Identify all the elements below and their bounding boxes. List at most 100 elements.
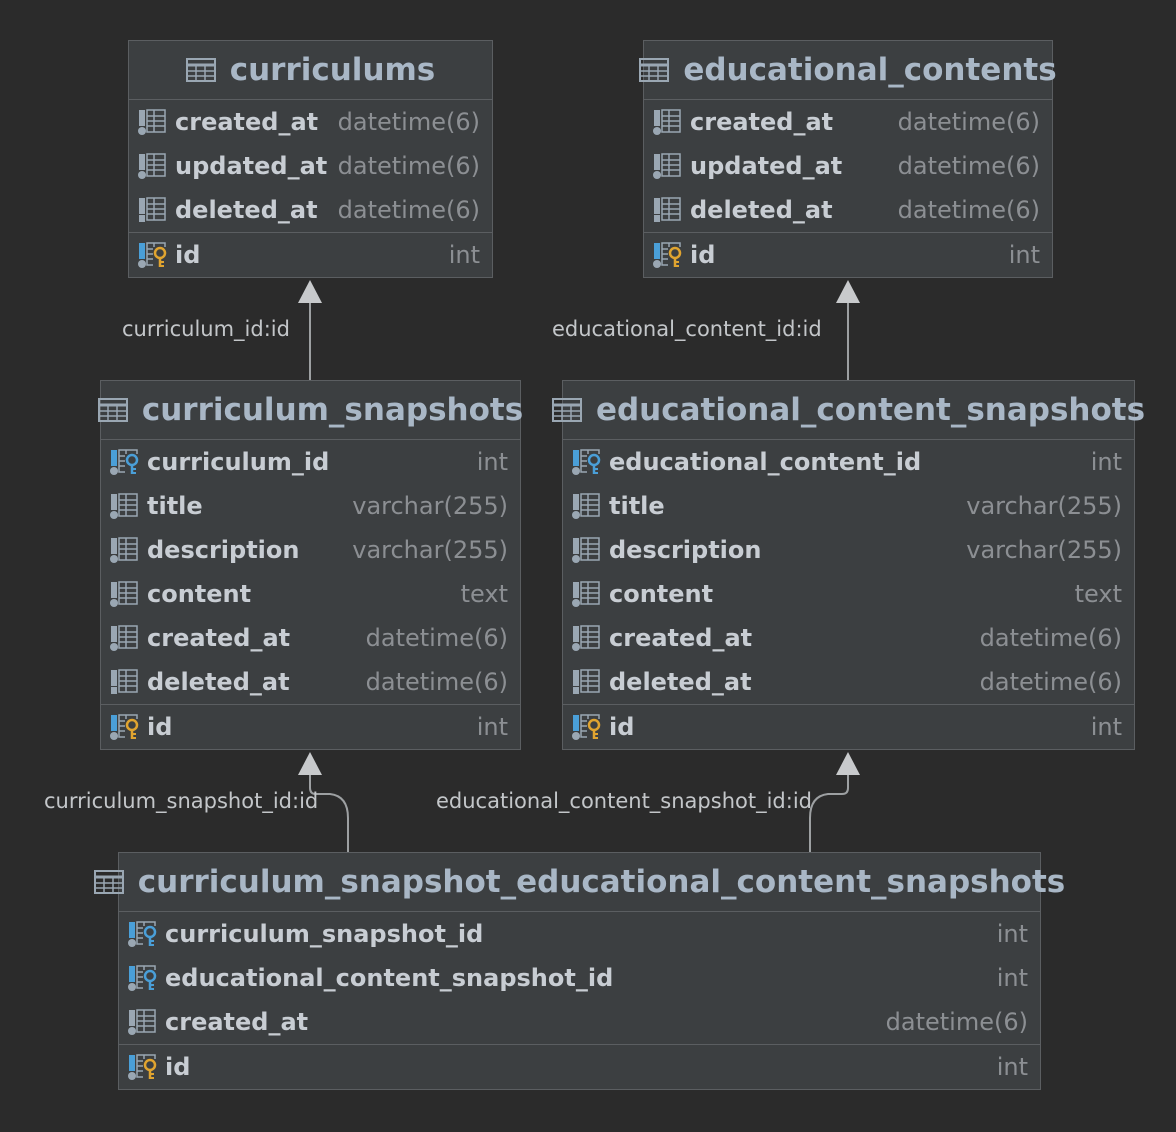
table-header[interactable]: curriculums xyxy=(129,41,492,100)
column-row[interactable]: educational_content_id int xyxy=(563,440,1134,484)
column-icon xyxy=(138,109,166,135)
column-row[interactable]: educational_content_snapshot_id int xyxy=(119,956,1040,1000)
column-type: datetime(6) xyxy=(337,108,480,136)
column-row[interactable]: description varchar(255) xyxy=(563,528,1134,572)
table-header[interactable]: curriculum_snapshots xyxy=(97,381,523,440)
column-type: datetime(6) xyxy=(897,108,1040,136)
column-row[interactable]: deleted_at datetime(6) xyxy=(129,188,492,232)
table-header[interactable]: educational_contents xyxy=(639,41,1057,100)
primary-key-section: id int xyxy=(119,1044,1040,1089)
column-icon xyxy=(138,153,166,179)
column-name: created_at xyxy=(690,108,834,136)
column-row[interactable]: curriculum_id int xyxy=(101,440,520,484)
column-name: title xyxy=(147,492,203,520)
foreign-key-icon xyxy=(571,448,609,476)
column-type: int xyxy=(476,713,508,741)
column-row[interactable]: id int xyxy=(644,233,1052,277)
column-row[interactable]: id int xyxy=(563,705,1134,749)
column-list: created_at datetime(6) updated_at datetime(… xyxy=(644,100,1052,232)
column-name: updated_at xyxy=(690,152,843,180)
column-name: id xyxy=(690,241,716,269)
table-educational-content-snapshots[interactable]: educational_content_snapshots educational… xyxy=(551,380,1145,750)
column-list: created_at datetime(6) updated_at datetime(… xyxy=(129,100,492,232)
primary-key-icon xyxy=(137,241,175,269)
primary-key-section: id int xyxy=(101,704,520,749)
primary-key-icon xyxy=(127,1053,165,1081)
table-header[interactable]: educational_content_snapshots xyxy=(551,381,1145,440)
column-row[interactable]: created_at datetime(6) xyxy=(563,616,1134,660)
column-name: id xyxy=(147,713,173,741)
column-row[interactable]: deleted_at datetime(6) xyxy=(563,660,1134,704)
foreign-key-icon xyxy=(128,921,157,947)
edge-arrow-educational-content xyxy=(836,280,860,303)
column-type: datetime(6) xyxy=(337,152,480,180)
column-type: varchar(255) xyxy=(966,492,1122,520)
column-row[interactable]: description varchar(255) xyxy=(101,528,520,572)
table-curriculum-snapshots[interactable]: curriculum_snapshots curriculum_id int titl… xyxy=(97,380,523,750)
column-name: id xyxy=(609,713,635,741)
column-type: datetime(6) xyxy=(365,624,508,652)
column-row[interactable]: created_at datetime(6) xyxy=(129,100,492,144)
column-name: created_at xyxy=(175,108,319,136)
column-row[interactable]: deleted_at datetime(6) xyxy=(644,188,1052,232)
column-row[interactable]: updated_at datetime(6) xyxy=(644,144,1052,188)
column-name: content xyxy=(609,580,714,608)
column-row[interactable]: id int xyxy=(101,705,520,749)
foreign-key-icon xyxy=(128,965,157,991)
column-icon xyxy=(109,580,147,608)
column-nullable-icon xyxy=(111,669,138,694)
column-row[interactable]: id int xyxy=(129,233,492,277)
column-row[interactable]: content text xyxy=(101,572,520,616)
column-type: int xyxy=(1008,241,1040,269)
column-row[interactable]: deleted_at datetime(6) xyxy=(101,660,520,704)
edge-arrow-curriculum-snapshot xyxy=(298,752,322,775)
column-row[interactable]: updated_at datetime(6) xyxy=(129,144,492,188)
table-curriculums[interactable]: curriculums created_at datetime(6) updated_… xyxy=(128,40,493,278)
table-educational-contents[interactable]: educational_contents created_at datetime(6… xyxy=(639,40,1057,278)
edge-label-curriculum-snapshot: curriculum_snapshot_id:id xyxy=(44,789,319,813)
column-type: datetime(6) xyxy=(885,1008,1028,1036)
column-row[interactable]: created_at datetime(6) xyxy=(119,1000,1040,1044)
column-icon xyxy=(653,153,681,179)
edge-line-educational-content-snapshot xyxy=(809,772,849,852)
column-row[interactable]: curriculum_snapshot_id int xyxy=(119,912,1040,956)
column-type: datetime(6) xyxy=(365,668,508,696)
column-icon xyxy=(652,108,690,136)
table-header[interactable]: curriculum_snapshot_educational_content_… xyxy=(93,853,1065,912)
column-type: datetime(6) xyxy=(979,668,1122,696)
primary-key-section: id int xyxy=(129,232,492,277)
column-name: deleted_at xyxy=(175,196,318,224)
column-icon xyxy=(110,625,138,651)
column-icon xyxy=(110,493,138,519)
column-row[interactable]: created_at datetime(6) xyxy=(644,100,1052,144)
column-name: title xyxy=(609,492,665,520)
column-icon xyxy=(571,580,609,608)
table-title: curriculums xyxy=(229,52,436,88)
primary-key-icon xyxy=(110,714,139,740)
column-icon xyxy=(137,152,175,180)
column-row[interactable]: id int xyxy=(119,1045,1040,1089)
column-row[interactable]: content text xyxy=(563,572,1134,616)
edge-label-curriculum: curriculum_id:id xyxy=(122,317,290,341)
column-name: id xyxy=(165,1053,191,1081)
column-icon xyxy=(572,493,600,519)
primary-key-icon xyxy=(572,714,601,740)
column-type: datetime(6) xyxy=(337,196,480,224)
column-row[interactable]: created_at datetime(6) xyxy=(101,616,520,660)
column-type: datetime(6) xyxy=(979,624,1122,652)
primary-key-icon xyxy=(138,242,167,268)
column-name: curriculum_snapshot_id xyxy=(165,920,484,948)
primary-key-section: id int xyxy=(563,704,1134,749)
column-icon xyxy=(109,624,147,652)
primary-key-icon xyxy=(109,713,147,741)
table-curriculum-snapshot-educational-content-snapshots[interactable]: curriculum_snapshot_educational_content_… xyxy=(93,852,1065,1090)
foreign-key-icon xyxy=(109,448,147,476)
column-type: int xyxy=(1090,713,1122,741)
column-row[interactable]: title varchar(255) xyxy=(101,484,520,528)
column-icon xyxy=(109,536,147,564)
foreign-key-icon xyxy=(572,449,601,475)
foreign-key-icon xyxy=(127,920,165,948)
table-icon xyxy=(551,398,582,422)
column-row[interactable]: title varchar(255) xyxy=(563,484,1134,528)
column-nullable-icon xyxy=(573,669,600,694)
